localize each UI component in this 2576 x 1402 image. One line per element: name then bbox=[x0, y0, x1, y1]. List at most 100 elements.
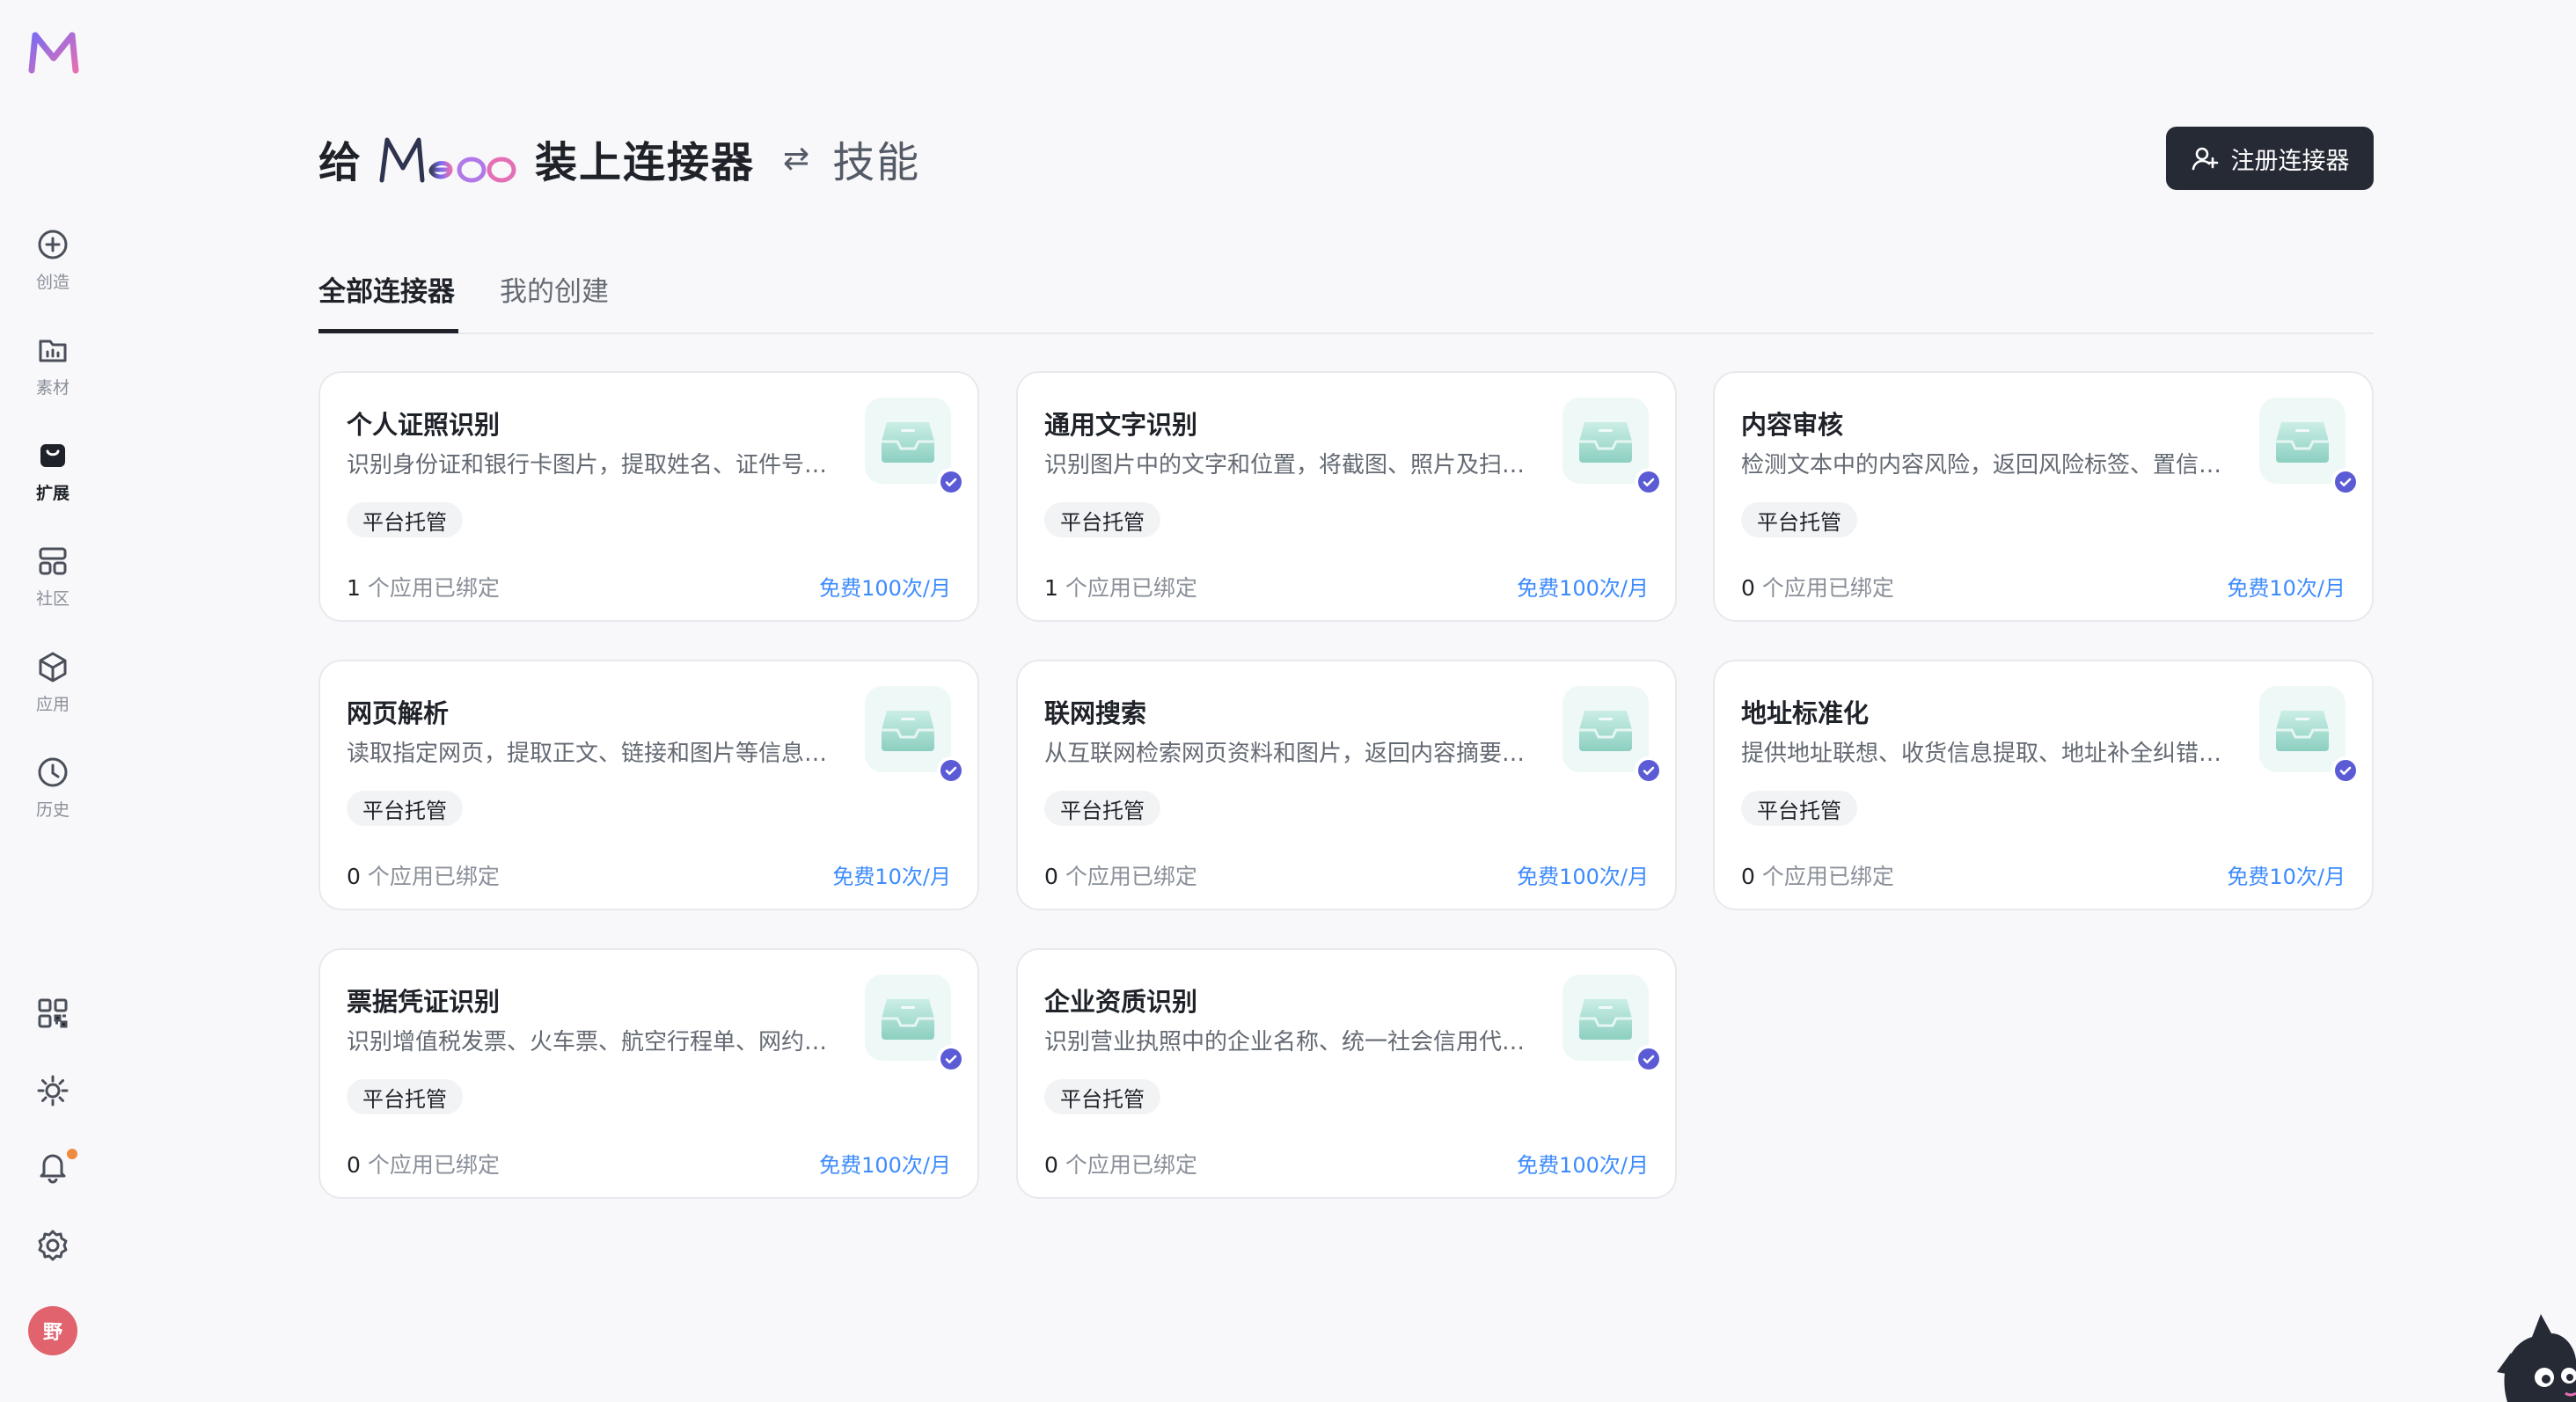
quota-label: 免费10次/月 bbox=[2227, 576, 2345, 601]
bound-count: 1 个应用已绑定 bbox=[1044, 571, 1197, 602]
card-description: 识别图片中的文字和位置，将截图、照片及扫… bbox=[1044, 452, 1526, 478]
bound-number: 0 bbox=[347, 1152, 361, 1178]
title-prefix: 给 bbox=[318, 138, 363, 187]
bound-label: 个应用已绑定 bbox=[1761, 575, 1894, 601]
sun-icon bbox=[37, 1075, 69, 1106]
swap-icon[interactable]: ⇄ bbox=[783, 141, 809, 177]
inbox-tray-icon bbox=[882, 422, 934, 463]
nav-label: 应用 bbox=[35, 695, 70, 714]
user-avatar[interactable]: 野 bbox=[28, 1306, 77, 1355]
card-title: 地址标准化 bbox=[1741, 698, 1870, 728]
connector-card[interactable]: 企业资质识别 识别营业执照中的企业名称、统一社会信用代… 平台托管 0 个应用已… bbox=[1016, 948, 1677, 1199]
nav-item-history[interactable]: 历史 bbox=[0, 748, 106, 853]
nav-item-assets[interactable]: 素材 bbox=[0, 325, 106, 431]
register-connector-button[interactable]: 注册连接器 bbox=[2166, 127, 2374, 190]
clock-icon bbox=[38, 757, 68, 787]
quota-label: 免费100次/月 bbox=[819, 576, 951, 601]
bound-number: 0 bbox=[347, 864, 361, 889]
quota-label: 免费100次/月 bbox=[1517, 1153, 1649, 1178]
card-description: 检测文本中的内容风险，返回风险标签、置信… bbox=[1741, 452, 2222, 478]
quota-label: 免费10次/月 bbox=[2227, 865, 2345, 889]
grid-icon bbox=[39, 547, 67, 575]
card-title: 联网搜索 bbox=[1044, 698, 1147, 728]
card-title: 票据凭证识别 bbox=[347, 987, 501, 1017]
theme-toggle-button[interactable] bbox=[0, 1073, 106, 1108]
bound-label: 个应用已绑定 bbox=[1065, 1152, 1197, 1178]
verified-badge bbox=[937, 756, 965, 785]
bag-icon bbox=[40, 444, 65, 467]
connector-icon bbox=[865, 686, 965, 785]
nav-item-community[interactable]: 社区 bbox=[0, 537, 106, 642]
inbox-tray-icon bbox=[882, 999, 934, 1040]
verified-check-icon bbox=[1638, 760, 1659, 781]
nav-label: 创造 bbox=[35, 273, 70, 292]
connector-icon bbox=[1562, 975, 1663, 1073]
card-description: 识别身份证和银行卡图片，提取姓名、证件号… bbox=[347, 452, 828, 478]
plus-circle-icon bbox=[38, 230, 68, 259]
card-title: 网页解析 bbox=[347, 698, 450, 728]
connector-icon bbox=[2259, 686, 2360, 785]
hosting-tag: 平台托管 bbox=[347, 1079, 463, 1114]
meoo-brand-logo bbox=[379, 137, 516, 183]
verified-badge bbox=[2331, 756, 2360, 785]
connector-card[interactable]: 个人证照识别 识别身份证和银行卡图片，提取姓名、证件号… 平台托管 1 个应用已… bbox=[318, 371, 979, 622]
connector-icon bbox=[1562, 398, 1663, 496]
verified-badge bbox=[937, 468, 965, 496]
app-logo[interactable] bbox=[26, 28, 81, 76]
verified-check-icon bbox=[2335, 471, 2356, 493]
nav-label: 社区 bbox=[35, 589, 70, 609]
tab-my-created[interactable]: 我的创建 bbox=[500, 269, 609, 309]
inbox-tray-icon bbox=[882, 711, 934, 751]
hosting-tag: 平台托管 bbox=[347, 791, 463, 826]
qr-code-button[interactable] bbox=[0, 996, 106, 1031]
hosting-tag: 平台托管 bbox=[1044, 502, 1160, 537]
quota-label: 免费100次/月 bbox=[1517, 576, 1649, 601]
bound-label: 个应用已绑定 bbox=[1065, 575, 1197, 601]
connector-card[interactable]: 联网搜索 从互联网检索网页资料和图片，返回内容摘要… 平台托管 0 个应用已绑定… bbox=[1016, 660, 1677, 910]
active-tab-indicator bbox=[318, 329, 458, 333]
tab-bar: 全部连接器 我的创建 bbox=[318, 264, 2374, 334]
register-connector-label: 注册连接器 bbox=[2230, 147, 2350, 175]
verified-check-icon bbox=[940, 471, 962, 493]
connector-icon bbox=[2259, 398, 2360, 496]
verified-check-icon bbox=[2335, 760, 2356, 781]
bound-number: 0 bbox=[1741, 864, 1755, 889]
bound-label: 个应用已绑定 bbox=[1065, 864, 1197, 889]
bound-number: 0 bbox=[1044, 1152, 1058, 1178]
connector-card[interactable]: 网页解析 读取指定网页，提取正文、链接和图片等信息… 平台托管 0 个应用已绑定… bbox=[318, 660, 979, 910]
gear-icon bbox=[38, 1230, 68, 1261]
card-description: 识别增值税发票、火车票、航空行程单、网约… bbox=[347, 1029, 828, 1055]
nav-item-create[interactable]: 创造 bbox=[0, 220, 106, 325]
hosting-tag: 平台托管 bbox=[1741, 502, 1857, 537]
bound-count: 0 个应用已绑定 bbox=[1741, 859, 1894, 891]
connector-card[interactable]: 内容审核 检测文本中的内容风险，返回风险标签、置信… 平台托管 0 个应用已绑定… bbox=[1713, 371, 2374, 622]
card-title: 内容审核 bbox=[1741, 410, 1844, 440]
inbox-tray-icon bbox=[2276, 711, 2329, 751]
bound-number: 0 bbox=[1044, 864, 1058, 889]
nav-item-extensions[interactable]: 扩展 bbox=[0, 431, 106, 537]
nav-item-apps[interactable]: 应用 bbox=[0, 642, 106, 748]
verified-badge bbox=[2331, 468, 2360, 496]
verified-check-icon bbox=[940, 1048, 962, 1070]
nav-label: 素材 bbox=[35, 378, 70, 398]
card-description: 提供地址联想、收货信息提取、地址补全纠错… bbox=[1741, 741, 2222, 767]
hosting-tag: 平台托管 bbox=[1044, 1079, 1160, 1114]
skills-link[interactable]: 技能 bbox=[832, 128, 920, 189]
hosting-tag: 平台托管 bbox=[1741, 791, 1857, 826]
connector-icon bbox=[1562, 686, 1663, 785]
cube-icon bbox=[39, 652, 67, 683]
nav-label: 扩展 bbox=[35, 484, 70, 503]
connector-card[interactable]: 票据凭证识别 识别增值税发票、火车票、航空行程单、网约… 平台托管 0 个应用已… bbox=[318, 948, 979, 1199]
settings-button[interactable] bbox=[0, 1228, 106, 1263]
connector-icon bbox=[865, 975, 965, 1073]
cat-mascot-icon[interactable] bbox=[2490, 1311, 2576, 1402]
card-title: 企业资质识别 bbox=[1044, 987, 1198, 1017]
card-title: 个人证照识别 bbox=[347, 410, 501, 440]
connector-card[interactable]: 地址标准化 提供地址联想、收货信息提取、地址补全纠错… 平台托管 0 个应用已绑… bbox=[1713, 660, 2374, 910]
tab-all-connectors[interactable]: 全部连接器 bbox=[318, 269, 455, 309]
notifications-button[interactable] bbox=[0, 1149, 106, 1184]
quota-label: 免费100次/月 bbox=[1517, 865, 1649, 889]
bound-count: 0 个应用已绑定 bbox=[1044, 859, 1197, 891]
verified-badge bbox=[937, 1045, 965, 1073]
connector-card[interactable]: 通用文字识别 识别图片中的文字和位置，将截图、照片及扫… 平台托管 1 个应用已… bbox=[1016, 371, 1677, 622]
